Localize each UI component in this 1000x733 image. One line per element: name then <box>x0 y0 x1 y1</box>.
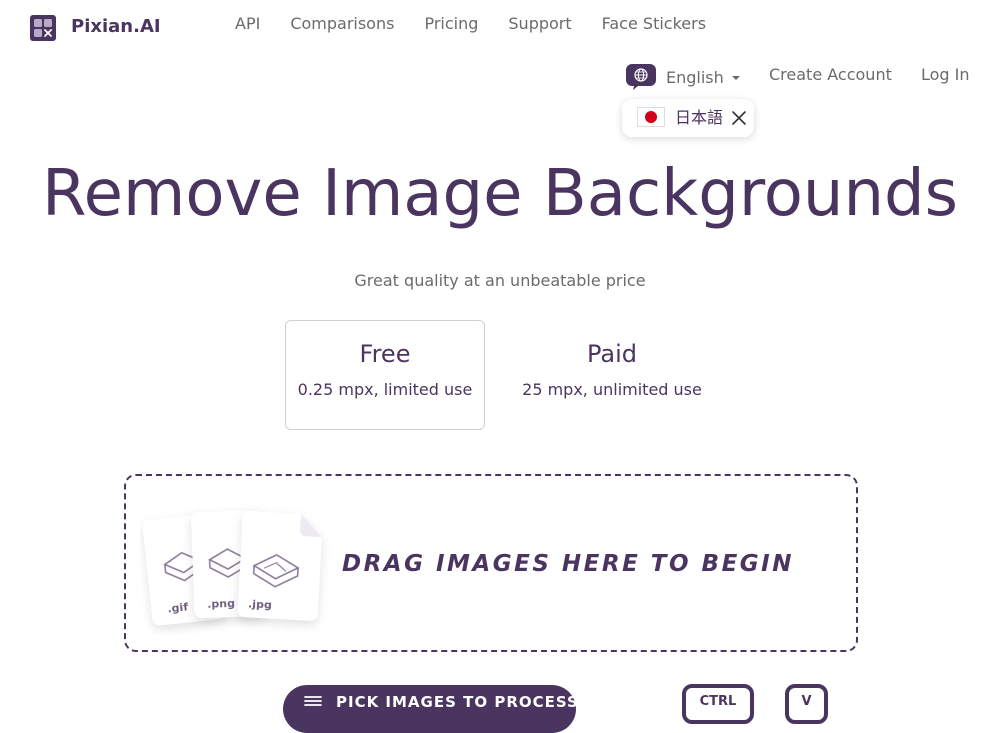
caret-down-icon <box>732 76 740 80</box>
dropzone-instructions: DRAG IMAGES HERE TO BEGIN <box>342 551 794 577</box>
free-plan-title: Free <box>359 340 411 368</box>
pick-images-label: PICK IMAGES TO PROCESS <box>336 693 579 711</box>
file-type-jpg: .jpg <box>248 597 272 611</box>
file-stack-icon: .gif .png .jpg <box>142 510 322 626</box>
tab-free-plan[interactable] <box>285 320 485 430</box>
nav-item-comparisons[interactable]: Comparisons <box>290 13 394 35</box>
brand-name[interactable]: Pixian.AI <box>71 15 161 39</box>
nav-item-face-stickers[interactable]: Face Stickers <box>602 13 706 35</box>
page-title: Remove Image Backgrounds <box>42 157 958 231</box>
main-nav: API Comparisons Pricing Support Face Sti… <box>235 13 706 35</box>
nav-item-pricing[interactable]: Pricing <box>424 13 478 35</box>
close-icon[interactable] <box>731 110 747 126</box>
page-subtitle: Great quality at an unbeatable price <box>354 271 646 290</box>
file-type-png: .png <box>207 597 235 611</box>
free-plan-desc: 0.25 mpx, limited use <box>297 380 473 399</box>
paid-plan-desc[interactable]: 25 mpx, unlimited use <box>512 379 712 401</box>
nav-item-support[interactable]: Support <box>508 13 571 35</box>
globe-speech-icon[interactable] <box>626 64 656 90</box>
file-type-gif: .gif <box>167 600 189 615</box>
paid-plan-title[interactable]: Paid <box>512 339 712 369</box>
v-key-label: V <box>801 694 812 709</box>
language-suggestion-label[interactable]: 日本語 <box>675 108 723 128</box>
japan-flag-icon <box>637 107 665 127</box>
language-selector[interactable]: English <box>666 67 724 89</box>
ctrl-key-label: CTRL <box>699 694 737 709</box>
log-in-link[interactable]: Log In <box>921 64 970 86</box>
pixian-logo-icon[interactable] <box>30 15 56 41</box>
menu-lines-icon <box>304 696 322 706</box>
nav-item-api[interactable]: API <box>235 13 260 35</box>
create-account-link[interactable]: Create Account <box>769 64 892 86</box>
